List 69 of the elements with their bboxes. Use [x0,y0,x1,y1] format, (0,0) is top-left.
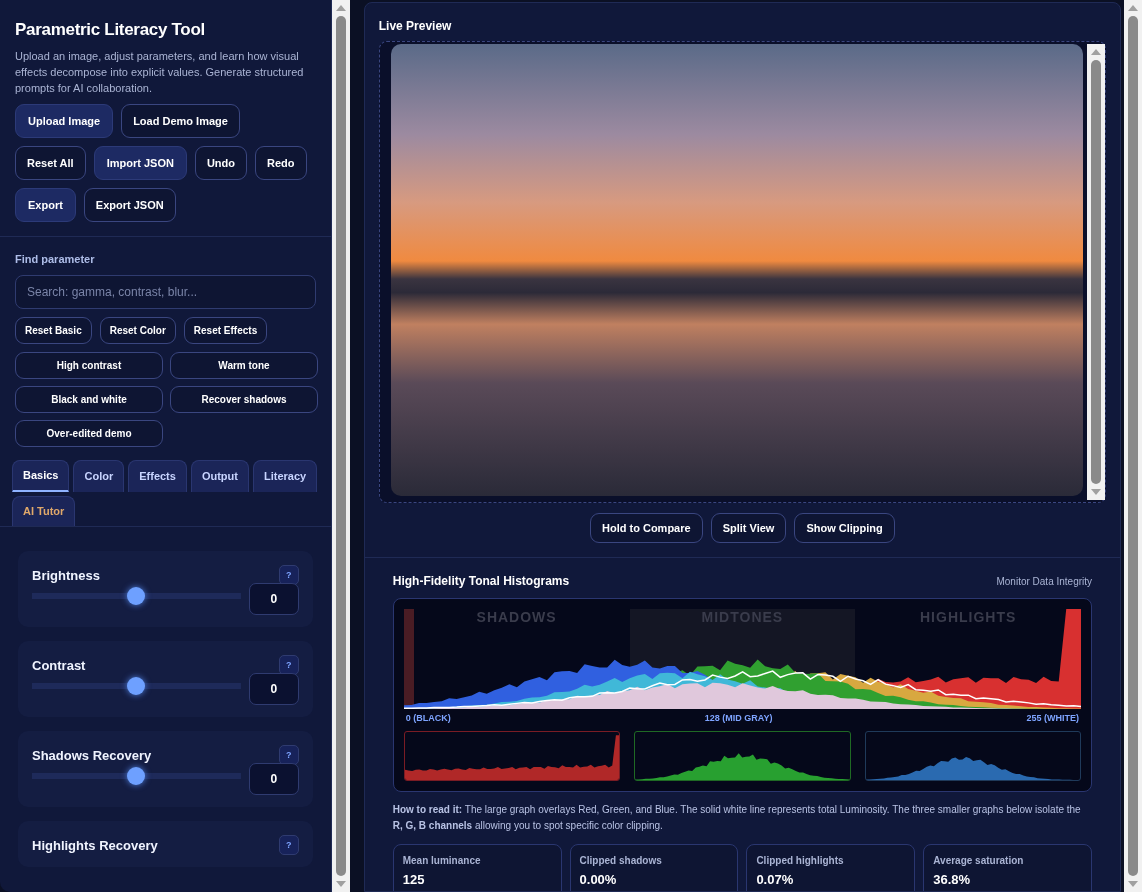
help-button[interactable]: ? [278,745,299,765]
action-button[interactable]: Undo [194,146,247,180]
slider-label: Shadows Recovery [32,747,153,763]
scrollbar-thumb[interactable] [335,16,346,876]
slider-thumb[interactable] [127,677,146,695]
reset-button[interactable]: Reset Color [99,317,176,344]
slider-label: Brightness [32,567,101,583]
axis-label: 0 (BLACK) [405,713,451,723]
preset-button[interactable]: Warm tone [170,352,318,379]
help-button[interactable]: ? [278,835,299,855]
action-button[interactable]: Load Demo Image [121,104,240,138]
scroll-down-icon[interactable] [1127,880,1140,888]
value-field[interactable]: 0 [248,763,299,795]
scrollbar-thumb[interactable] [1091,60,1102,484]
preview-button[interactable]: Show Clipping [794,513,895,543]
action-button[interactable]: Export JSON [83,188,176,222]
tab[interactable]: Basics [12,460,70,492]
scroll-up-icon[interactable] [1127,4,1140,12]
tab[interactable]: Color [73,460,125,492]
find-parameter-label: Find parameter [15,253,96,265]
stat-label: Clipped shadows [579,855,663,866]
slider-thumb[interactable] [127,767,146,785]
preset-button[interactable]: High contrast [15,352,163,379]
search-field[interactable]: Search: gamma, contrast, blur... [15,275,316,309]
stat-value: 0.07% [756,872,795,887]
app-description: Upload an image, adjust parameters, and learn how visual effects decompose into explicit values. Generate structured prompts for AI collaboration. [15,49,305,96]
scrollbar-thumb[interactable] [1128,16,1139,876]
tab[interactable]: Literacy [252,460,318,492]
slider-label: Highlights Recovery [32,837,159,853]
tab[interactable]: Output [190,460,249,492]
reset-button[interactable]: Reset Effects [183,317,268,344]
reset-button[interactable]: Reset Basic [15,317,92,344]
stat-label: Mean luminance [402,855,482,866]
slider-label: Contrast [32,657,87,673]
stat-value: 36.8% [933,872,972,887]
axis-label: 255 (WHITE) [1026,713,1080,723]
action-button[interactable]: Import JSON [93,146,187,180]
preset-button[interactable]: Recover shadows [170,386,318,413]
action-button[interactable]: Export [15,188,76,222]
scrollbar[interactable] [1087,44,1106,500]
tab[interactable]: AI Tutor [12,496,76,526]
stat-value: 0.00% [579,872,618,887]
histogram-title: High-Fidelity Tonal Histograms [392,574,570,588]
stat-label: Clipped highlights [756,855,845,866]
slider-thumb[interactable] [127,587,146,605]
tab[interactable]: Effects [128,460,187,492]
axis-label: 128 (MID GRAY) [704,713,773,723]
scroll-up-icon[interactable] [334,4,347,12]
monitor-note: Monitor Data Integrity [996,575,1093,587]
action-button[interactable]: Reset All [15,146,86,180]
action-button[interactable]: Upload Image [15,104,114,138]
stat-label: Average saturation [933,855,1025,866]
action-button[interactable]: Redo [255,146,307,180]
help-button[interactable]: ? [278,655,299,675]
scrollbar[interactable] [1124,0,1142,892]
preset-button[interactable]: Over-edited demo [15,420,163,447]
app-title: Parametric Literacy Tool [15,20,206,40]
scroll-down-icon[interactable] [334,880,347,888]
help-button[interactable]: ? [278,565,299,585]
preview-button[interactable]: Hold to Compare [590,513,703,543]
preview-title: Live Preview [377,18,453,35]
preview-button[interactable]: Split View [710,513,787,543]
histogram-help-text: How to read it: The large graph overlays Red, Green, and Blue. The solid white line represents total Luminosity. The three smaller graphs below isolate the R, G, B channels allowing you to spot specific color clipping. [392,803,1082,833]
value-field[interactable]: 0 [248,673,299,705]
stat-value: 125 [402,872,426,887]
preset-button[interactable]: Black and white [15,386,163,413]
scroll-down-icon[interactable] [1090,488,1103,496]
value-field[interactable]: 0 [248,583,299,615]
scroll-up-icon[interactable] [1090,48,1103,56]
